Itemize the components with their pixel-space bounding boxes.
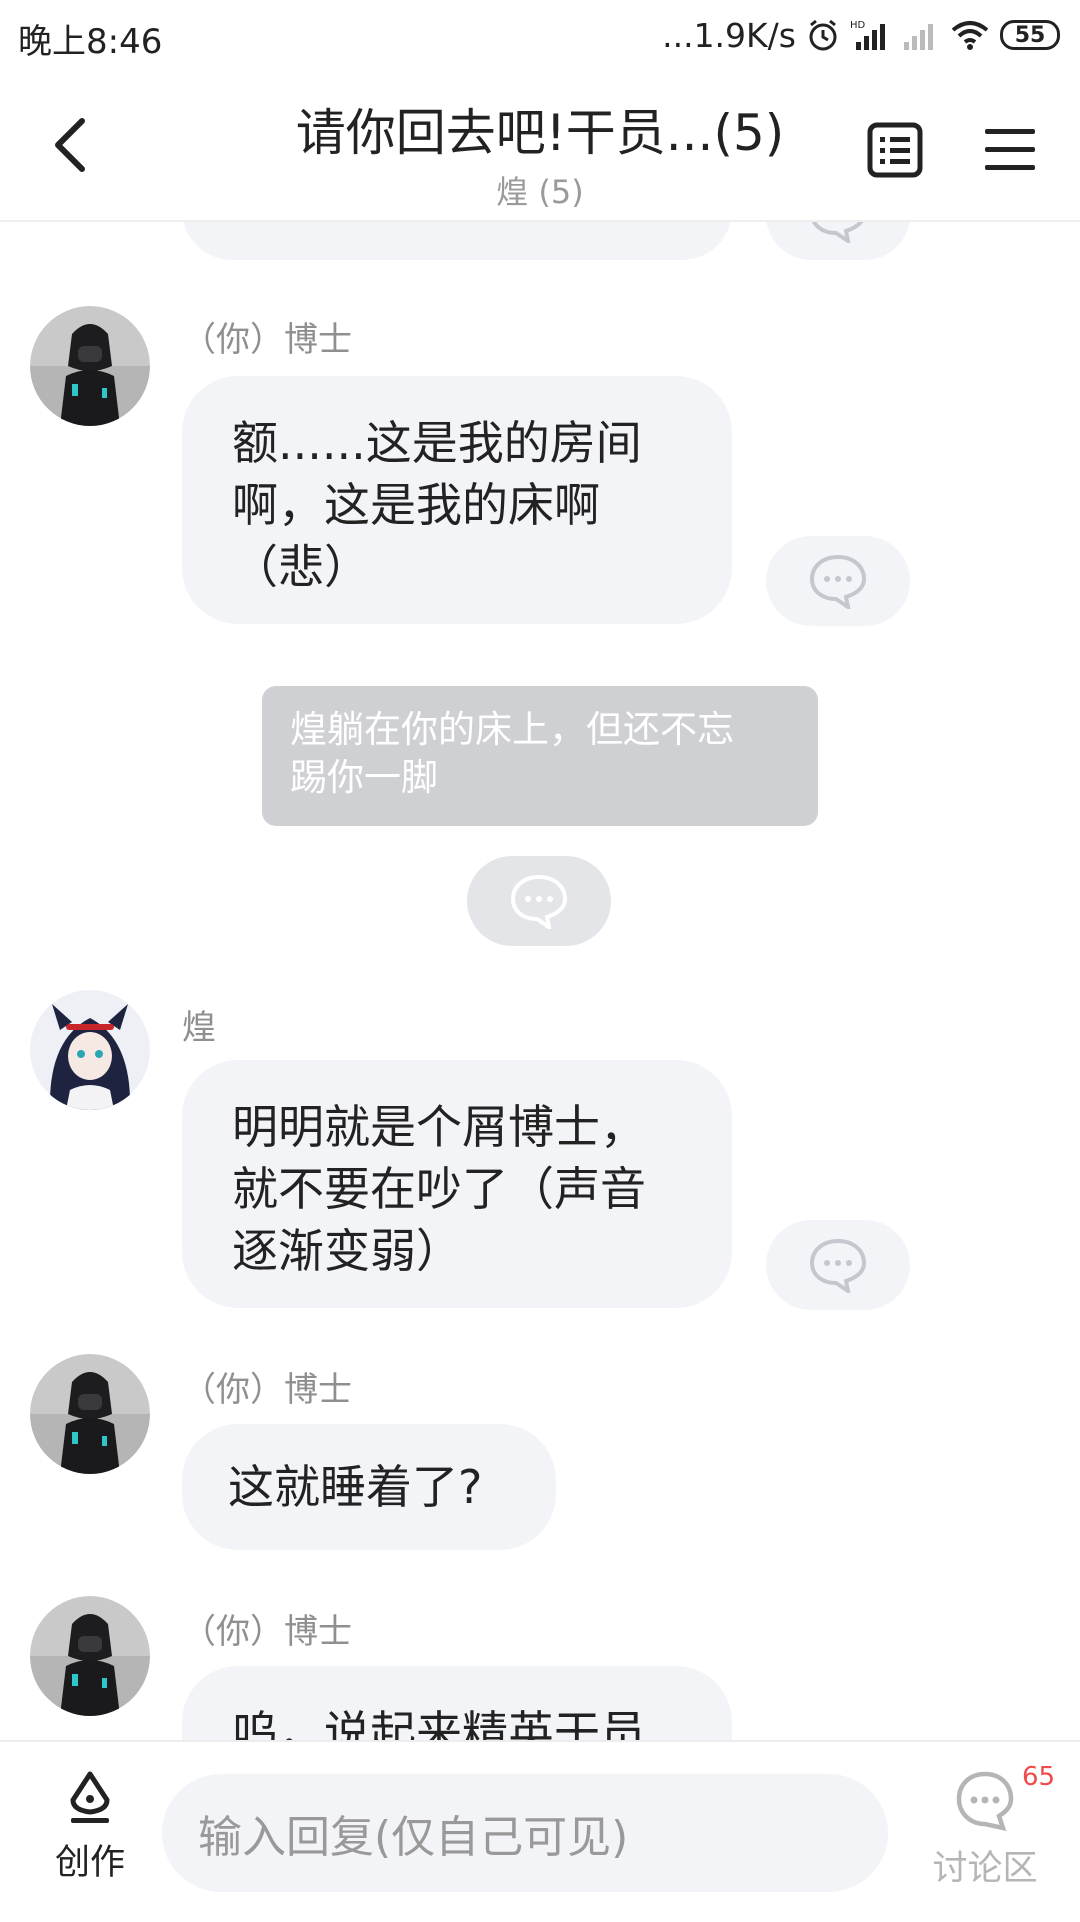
status-time: 晚上8:46 (18, 22, 163, 62)
create-label: 创作 (54, 1843, 125, 1883)
message-line: 这就睡着了? (228, 1460, 483, 1514)
svg-text:HD: HD (850, 20, 866, 31)
doctor-avatar-image (30, 1596, 150, 1716)
comment-bubble-icon (809, 554, 867, 609)
comment-bubble-icon (809, 1238, 867, 1293)
battery-indicator: 55 (1000, 20, 1060, 50)
comment-button[interactable] (467, 856, 611, 946)
avatar-huang[interactable] (30, 990, 150, 1110)
discussion-button[interactable]: 65 讨论区 (920, 1762, 1055, 1891)
comment-button[interactable] (766, 220, 910, 260)
narration-line: 煌躺在你的床上，但还不忘 (290, 708, 734, 751)
message-line: 就不要在吵了（声音 (232, 1162, 646, 1216)
discussion-icon (956, 1771, 1014, 1832)
status-bar: 晚上8:46 ...1.9K/s HD 55 (0, 0, 1080, 75)
message-bubble: 呜，说起来精英干员 (182, 1666, 732, 1740)
back-button[interactable] (40, 105, 100, 185)
bottom-bar: 创作 输入回复(仅自己可见) 65 讨论区 (0, 1740, 1080, 1922)
menu-button[interactable] (975, 115, 1045, 185)
net-speed: ...1.9K/s (662, 15, 796, 55)
sender-name: （你）博士 (182, 1370, 352, 1410)
pen-icon (70, 1771, 110, 1823)
avatar-doctor[interactable] (30, 306, 150, 426)
huang-avatar-image (30, 990, 150, 1110)
message-line: 啊，这是我的床啊 (232, 478, 600, 532)
message-bubble: 明明就是个屑博士， 就不要在吵了（声音 逐渐变弱） (182, 1060, 732, 1308)
signal-empty-icon (904, 24, 933, 50)
page-title: 请你回去吧!干员...(5) (295, 104, 785, 162)
reply-input[interactable]: 输入回复(仅自己可见) (162, 1774, 888, 1892)
comment-button[interactable] (766, 536, 910, 626)
comment-bubble-icon (811, 220, 865, 243)
message-bubble: 这就睡着了? (182, 1424, 556, 1550)
message-bubble-partial (182, 220, 732, 260)
comment-bubble-icon (510, 874, 568, 929)
chevron-left-icon (55, 118, 85, 172)
alarm-icon (809, 19, 837, 51)
message-line: 明明就是个屑博士， (232, 1100, 646, 1154)
message-line: 额......这是我的房间 (232, 416, 642, 470)
sender-name: （你）博士 (182, 1612, 352, 1652)
page-subtitle: 煌 (5) (496, 173, 584, 211)
avatar-doctor[interactable] (30, 1354, 150, 1474)
create-button[interactable]: 创作 (40, 1770, 140, 1885)
list-icon (867, 122, 923, 178)
discussion-label: 讨论区 (932, 1849, 1038, 1889)
doctor-avatar-image (30, 1354, 150, 1474)
comment-button[interactable] (766, 1220, 910, 1310)
narration-line: 踢你一脚 (290, 756, 438, 799)
message-bubble: 额......这是我的房间 啊，这是我的床啊 （悲） (182, 376, 732, 624)
chat-header: 请你回去吧!干员...(5) 煌 (5) (0, 75, 1080, 222)
status-icons: ...1.9K/s HD 55 (662, 10, 1060, 60)
chat-area[interactable]: （你）博士 额......这是我的房间 啊，这是我的床啊 （悲） 煌躺在你的床上… (0, 220, 1080, 1740)
wifi-icon (951, 21, 989, 50)
message-line: （悲） (232, 540, 370, 594)
discussion-count-badge: 65 (1022, 1762, 1056, 1792)
signal-hd-icon: HD (850, 20, 885, 50)
catalog-button[interactable] (860, 115, 930, 185)
sender-name: （你）博士 (182, 320, 352, 360)
hamburger-icon (985, 129, 1035, 170)
avatar-doctor[interactable] (30, 1596, 150, 1716)
doctor-avatar-image (30, 306, 150, 426)
message-line: 呜，说起来精英干员 (232, 1706, 646, 1740)
sender-name: 煌 (182, 1008, 216, 1048)
message-line: 逐渐变弱） (232, 1224, 462, 1278)
narration-box: 煌躺在你的床上，但还不忘 踢你一脚 (262, 686, 818, 826)
